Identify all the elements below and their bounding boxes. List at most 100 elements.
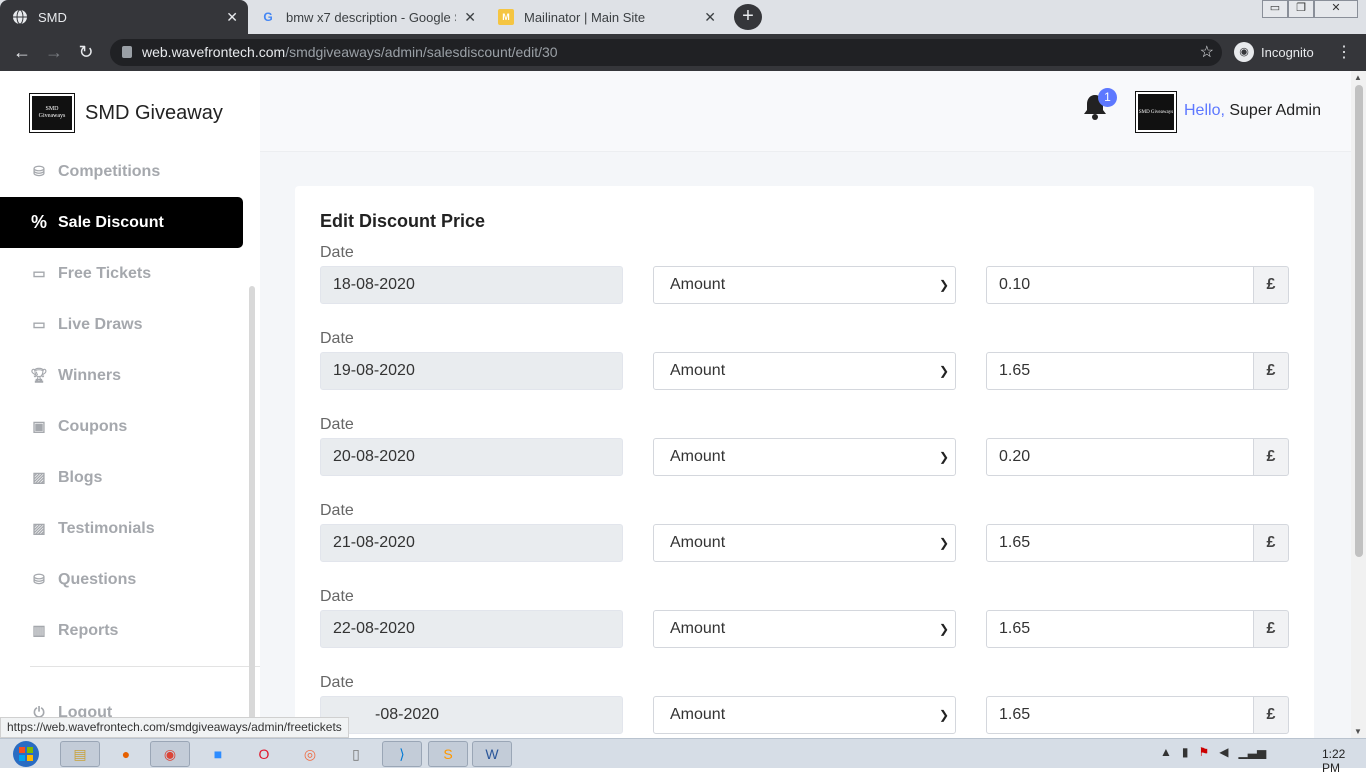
os-taskbar: ▤ ● ◉ ■ O ◎ ▯ ⟩ S W ▲ ▮ ⚑ ◀ ▁▃▅ 1:22 PM (0, 738, 1366, 775)
sidebar: SMD Giveaways SMD Giveaway ⛁ Competition… (0, 71, 260, 738)
firefox-icon[interactable]: ● (106, 741, 146, 767)
url-path: /smdgiveaways/admin/salesdiscount/edit/3… (285, 44, 558, 60)
close-icon[interactable]: ✕ (226, 9, 238, 26)
battery-icon[interactable]: ▮ (1182, 745, 1189, 759)
date-label: Date (320, 416, 354, 433)
date-field: 19-08-2020 (320, 352, 623, 390)
close-icon[interactable]: ✕ (464, 9, 476, 26)
scroll-down-arrow-icon[interactable]: ▼ (1354, 727, 1362, 736)
forward-arrow-icon[interactable]: → (42, 41, 66, 65)
greeting-hello: Hello, (1184, 102, 1225, 119)
amount-input[interactable]: 1.65 (986, 524, 1254, 562)
discount-row: Date 18-08-2020 Amount ❯ 0.10 £ (320, 244, 1289, 330)
discount-type-select[interactable]: Amount ❯ (653, 352, 956, 390)
brand-logo: SMD Giveaways (29, 93, 75, 133)
currency-addon: £ (1253, 610, 1289, 648)
sidebar-item-competitions[interactable]: ⛁ Competitions (0, 146, 243, 197)
sublime-icon[interactable]: S (428, 741, 468, 767)
vscode-icon[interactable]: ⟩ (382, 741, 422, 767)
amount-input[interactable]: 1.65 (986, 610, 1254, 648)
maximize-button[interactable]: ❐ (1288, 0, 1314, 18)
sidebar-item-reports[interactable]: ▥ Reports (0, 605, 243, 656)
top-header: 1 SMD Giveaways Hello, Super Admin (260, 71, 1351, 152)
notepad-icon[interactable]: ▯ (336, 741, 376, 767)
sidebar-item-winners[interactable]: 🏆︎ Winners (0, 350, 243, 401)
signal-icon[interactable]: ▁▃▅ (1239, 745, 1267, 759)
tab-title: Mailinator | Main Site (524, 9, 646, 25)
lock-icon (122, 46, 132, 58)
date-field: -08-2020 (320, 696, 623, 734)
discount-row: Date 19-08-2020 Amount ❯ 1.65 £ (320, 330, 1289, 416)
sidebar-item-free-tickets[interactable]: ▭ Free Tickets (0, 248, 243, 299)
ticket-icon: ▭ (32, 265, 46, 281)
close-icon[interactable]: ✕ (704, 9, 716, 26)
amount-input[interactable]: 0.10 (986, 266, 1254, 304)
date-label: Date (320, 502, 354, 519)
more-menu-icon[interactable]: ⋮ (1336, 42, 1352, 62)
start-button[interactable] (8, 739, 44, 769)
app-icon[interactable]: ◎ (290, 741, 330, 767)
incognito-indicator[interactable]: ◉ Incognito (1234, 40, 1314, 64)
back-arrow-icon[interactable]: ← (10, 41, 34, 65)
minimize-button[interactable]: ▭ (1262, 0, 1288, 18)
sidebar-item-label: Competitions (58, 162, 161, 180)
brand[interactable]: SMD Giveaways SMD Giveaway (29, 93, 223, 133)
date-label: Date (320, 330, 354, 347)
sidebar-item-live-draws[interactable]: ▭ Live Draws (0, 299, 243, 350)
amount-input[interactable]: 0.20 (986, 438, 1254, 476)
sidebar-item-questions[interactable]: ⛁ Questions (0, 554, 243, 605)
discount-row: Date 22-08-2020 Amount ❯ 1.65 £ (320, 588, 1289, 674)
incognito-icon: ◉ (1234, 42, 1254, 62)
file-explorer-icon[interactable]: ▤ (60, 741, 100, 767)
browser-tab-smd[interactable]: SMD ✕ (0, 0, 248, 34)
zoom-icon[interactable]: ■ (198, 741, 238, 767)
currency-addon: £ (1253, 524, 1289, 562)
scroll-up-arrow-icon[interactable]: ▲ (1354, 73, 1362, 82)
user-greeting[interactable]: Hello, Super Admin (1184, 102, 1321, 120)
volume-icon[interactable]: ◀ (1219, 745, 1228, 759)
chevron-up-icon[interactable]: ▲ (1160, 745, 1172, 759)
browser-tab-mailinator[interactable]: M Mailinator | Main Site ✕ (486, 0, 726, 34)
currency-addon: £ (1253, 352, 1289, 390)
word-icon[interactable]: W (472, 741, 512, 767)
discount-type-select[interactable]: Amount ❯ (653, 438, 956, 476)
chevron-down-icon: ❯ (938, 278, 949, 292)
sidebar-item-coupons[interactable]: ▣ Coupons (0, 401, 243, 452)
date-field: 18-08-2020 (320, 266, 623, 304)
amount-input[interactable]: 1.65 (986, 696, 1254, 734)
discount-type-select[interactable]: Amount ❯ (653, 266, 956, 304)
discount-type-select[interactable]: Amount ❯ (653, 696, 956, 734)
sidebar-scrollbar[interactable] (249, 286, 255, 738)
sidebar-item-label: Questions (58, 570, 137, 588)
star-icon[interactable]: ☆ (1200, 39, 1214, 66)
brand-name: SMD Giveaway (85, 101, 223, 124)
date-label: Date (320, 244, 354, 261)
edit-discount-card: Edit Discount Price Date 18-08-2020 Amou… (295, 186, 1314, 738)
currency-addon: £ (1253, 266, 1289, 304)
url-bar[interactable]: web.wavefrontech.com/smdgiveaways/admin/… (110, 39, 1222, 66)
reload-icon[interactable]: ↻ (74, 41, 98, 65)
scrollbar-thumb[interactable] (1355, 85, 1363, 557)
avatar[interactable]: SMD Giveaways (1135, 91, 1177, 133)
page-scrollbar[interactable]: ▲ ▼ (1351, 71, 1366, 738)
image-icon: ▨ (32, 520, 46, 536)
sidebar-item-testimonials[interactable]: ▨ Testimonials (0, 503, 243, 554)
sidebar-item-blogs[interactable]: ▨ Blogs (0, 452, 243, 503)
clock[interactable]: 1:22 PM (1322, 747, 1366, 775)
sidebar-item-sale-discount[interactable]: % Sale Discount (0, 197, 243, 248)
browser-tab-google[interactable]: G bmw x7 description - Google Sea ✕ (248, 0, 486, 34)
flag-icon[interactable]: ⚑ (1199, 745, 1210, 759)
chrome-icon[interactable]: ◉ (150, 741, 190, 767)
user-name: Super Admin (1229, 102, 1321, 119)
mailinator-icon: M (498, 9, 514, 25)
discount-type-select[interactable]: Amount ❯ (653, 524, 956, 562)
chevron-down-icon: ❯ (938, 450, 949, 464)
opera-icon[interactable]: O (244, 741, 284, 767)
sidebar-item-label: Free Tickets (58, 264, 152, 282)
discount-type-select[interactable]: Amount ❯ (653, 610, 956, 648)
close-window-button[interactable]: ✕ (1314, 0, 1358, 18)
sidebar-item-label: Coupons (58, 417, 128, 435)
sidebar-divider (30, 666, 260, 667)
amount-input[interactable]: 1.65 (986, 352, 1254, 390)
new-tab-button[interactable]: + (734, 4, 762, 30)
